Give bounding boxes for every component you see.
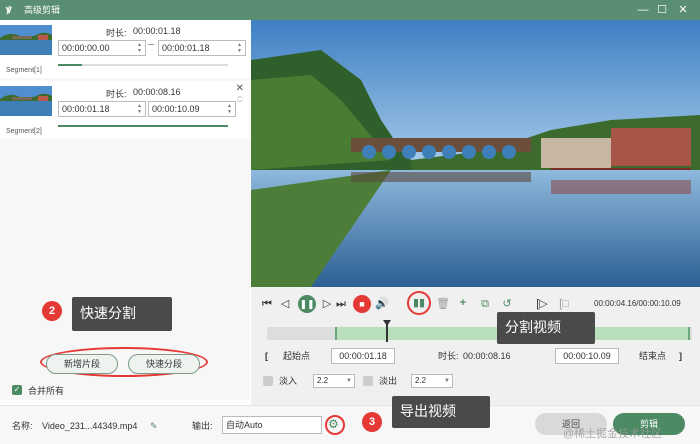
merge-all-checkbox[interactable]: ✓ bbox=[12, 385, 22, 395]
go-to-end-icon[interactable]: ⏭ bbox=[335, 297, 347, 311]
segment-thumbnail bbox=[0, 25, 52, 55]
delete-segment-icon[interactable]: ✕ bbox=[236, 83, 244, 94]
video-preview[interactable] bbox=[251, 20, 700, 287]
start-bracket-icon[interactable]: [ bbox=[265, 350, 268, 362]
segment-start-field[interactable]: 00:00:01.18 ▲ ▼ bbox=[58, 101, 146, 117]
maximize-icon[interactable]: ☐ bbox=[653, 2, 671, 18]
segment-start-value: 00:00:00.00 bbox=[62, 43, 110, 53]
merge-all-label: 合并所有 bbox=[28, 386, 65, 396]
preview-image bbox=[251, 20, 700, 287]
output-select[interactable]: 自动Auto bbox=[222, 416, 322, 434]
start-time-field[interactable]: 00:00:01.18 bbox=[331, 348, 395, 364]
segment-duration-label: 时长: bbox=[106, 28, 127, 38]
add-icon[interactable]: + bbox=[457, 296, 469, 310]
file-name: Video_231...44349.mp4 bbox=[42, 421, 138, 431]
next-frame-icon[interactable]: ▷ bbox=[321, 297, 333, 311]
range-separator bbox=[148, 44, 154, 45]
window-title: 高级剪辑 bbox=[24, 5, 61, 15]
stepper-icon[interactable]: ▲ ▼ bbox=[226, 103, 233, 115]
segment-progress bbox=[58, 125, 228, 127]
fade-in-label: 淡入 bbox=[279, 376, 298, 386]
start-point-label[interactable]: 起始点 bbox=[283, 350, 310, 362]
fade-out-checkbox[interactable] bbox=[363, 376, 373, 386]
player-controls: ⏮ ◁ ❚❚ ▷ ⏭ ■ 🔊 ▮▮ 🗑 + ⧉ ↺ [▷ [□ 00:00:04… bbox=[251, 287, 700, 405]
segment-label: Segment[2] bbox=[6, 128, 42, 135]
quick-split-button[interactable]: 快速分段 bbox=[128, 354, 200, 374]
segment-end-value: 00:00:10.09 bbox=[152, 104, 200, 114]
end-time-field[interactable]: 00:00:10.09 bbox=[555, 348, 619, 364]
segment-end-value: 00:00:01.18 bbox=[162, 43, 210, 53]
undo-icon[interactable]: ↺ bbox=[501, 297, 513, 311]
segment-end-field[interactable]: 00:00:01.18 ▲ ▼ bbox=[158, 40, 246, 56]
step-3-badge: 3 bbox=[362, 412, 382, 432]
segment-start-field[interactable]: 00:00:00.00 ▲ ▼ bbox=[58, 40, 146, 56]
segment-duration-label: 时长: bbox=[106, 89, 127, 99]
segment-progress bbox=[58, 64, 228, 66]
app-logo-icon: ꝟ bbox=[6, 4, 12, 16]
time-readout: 00:00:04.16/00:00:10.09 bbox=[594, 299, 681, 308]
fade-out-select[interactable]: 2.2 ▼ bbox=[411, 374, 453, 388]
segment-item[interactable]: 时长: 00:00:01.18 00:00:00.00 ▲ ▼ 00:00:01.… bbox=[0, 20, 250, 78]
minimize-icon[interactable]: — bbox=[634, 2, 652, 18]
segment-panel: 时长: 00:00:01.18 00:00:00.00 ▲ ▼ 00:00:01.… bbox=[0, 20, 250, 400]
duration-value: 00:00:08.16 bbox=[463, 351, 511, 361]
copy-icon[interactable]: ⧉ bbox=[479, 297, 491, 311]
chevron-down-icon: ▼ bbox=[444, 378, 450, 384]
close-icon[interactable]: ✕ bbox=[674, 2, 692, 18]
delete-icon[interactable]: 🗑 bbox=[436, 297, 450, 311]
end-point-label[interactable]: 结束点 bbox=[639, 350, 666, 362]
playhead[interactable] bbox=[383, 320, 391, 342]
fade-in-select[interactable]: 2.2 ▼ bbox=[313, 374, 355, 388]
stepper-icon[interactable]: ▲ ▼ bbox=[236, 42, 243, 54]
segment-item[interactable]: 时长: 00:00:08.16 00:00:01.18 ▲ ▼ 00:00:10.… bbox=[0, 81, 250, 139]
go-to-start-icon[interactable]: ⏮ bbox=[261, 297, 273, 311]
output-label: 输出: bbox=[192, 421, 213, 431]
prev-frame-icon[interactable]: ◁ bbox=[279, 297, 291, 311]
split-video-callout: 分割视频 bbox=[497, 312, 595, 344]
quick-split-callout: 快速分割 bbox=[72, 297, 172, 331]
pause-button[interactable]: ❚❚ bbox=[298, 295, 316, 313]
split-icon[interactable]: ▮▮ bbox=[411, 296, 427, 310]
fade-out-value: 2.2 bbox=[415, 376, 427, 385]
title-bar: ꝟ 高级剪辑 — ☐ ✕ bbox=[0, 0, 700, 20]
duration-label: 时长: bbox=[438, 351, 459, 361]
stop-button[interactable]: ■ bbox=[353, 295, 371, 313]
mark-out-icon[interactable]: [□ bbox=[557, 297, 571, 311]
export-video-callout: 导出视频 bbox=[392, 396, 490, 428]
add-segment-button[interactable]: 新增片段 bbox=[46, 354, 118, 374]
segment-duration: 00:00:01.18 bbox=[133, 26, 181, 36]
step-2-badge: 2 bbox=[42, 301, 62, 321]
segment-start-value: 00:00:01.18 bbox=[62, 104, 110, 114]
watermark: @稀土掘金技术社区 bbox=[563, 428, 663, 440]
fade-in-checkbox[interactable] bbox=[263, 376, 273, 386]
end-bracket-icon[interactable]: ] bbox=[679, 350, 682, 362]
mark-in-icon[interactable]: [▷ bbox=[535, 297, 549, 311]
chevron-down-icon: ▼ bbox=[346, 378, 352, 384]
segment-thumbnail bbox=[0, 86, 52, 116]
output-value: 自动Auto bbox=[226, 420, 263, 430]
volume-icon[interactable]: 🔊 bbox=[375, 297, 389, 311]
edit-name-icon[interactable]: ✎ bbox=[150, 420, 158, 432]
highlight-ring bbox=[325, 415, 345, 435]
segment-duration: 00:00:08.16 bbox=[133, 87, 181, 97]
stepper-icon[interactable]: ▲ ▼ bbox=[136, 42, 143, 54]
segment-label: Segment[1] bbox=[6, 67, 42, 74]
fade-out-label: 淡出 bbox=[379, 376, 398, 386]
name-label: 名称: bbox=[12, 421, 33, 431]
reorder-icon[interactable]: ︿ ﹀ bbox=[237, 94, 243, 108]
timeline-track[interactable] bbox=[267, 320, 692, 342]
fade-in-value: 2.2 bbox=[317, 376, 329, 385]
stepper-icon[interactable]: ▲ ▼ bbox=[136, 103, 143, 115]
segment-end-field[interactable]: 00:00:10.09 ▲ ▼ bbox=[148, 101, 236, 117]
